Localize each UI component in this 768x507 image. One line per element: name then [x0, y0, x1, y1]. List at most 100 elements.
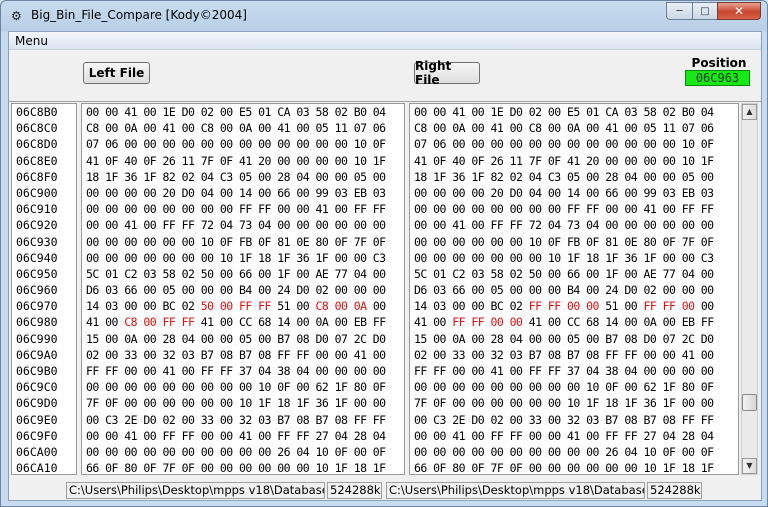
minimize-button[interactable]: ─ [666, 2, 692, 20]
hex-row[interactable]: 00 00 00 00 00 00 10 0F FB 0F 81 0E 80 0… [82, 234, 404, 250]
hex-row[interactable]: 00 00 41 00 1E D0 02 00 E5 01 CA 03 58 0… [410, 104, 738, 120]
hex-row[interactable]: 00 00 00 00 00 00 00 00 FF FF 00 00 41 0… [82, 201, 404, 217]
hex-row[interactable]: FF FF 00 00 41 00 FF FF 37 04 38 04 00 0… [410, 363, 738, 379]
hex-bytes: 00 00 00 00 20 D0 04 00 14 00 66 00 99 0… [86, 185, 386, 200]
hex-bytes: 66 0F 80 0F 7F 0F 00 00 00 00 00 00 10 1… [86, 461, 386, 475]
hex-row[interactable]: 00 C3 2E D0 02 00 33 00 32 03 B7 08 B7 0… [410, 412, 738, 428]
arrow-down-icon: ▼ [746, 461, 753, 470]
hex-row[interactable]: 00 00 00 00 00 00 00 10 1F 18 1F 36 1F 0… [82, 250, 404, 266]
maximize-icon: □ [700, 5, 710, 17]
address-row: 06C9C0 [16, 380, 58, 395]
hex-bytes: FF FF 00 00 41 00 FF FF 37 04 38 04 00 0… [414, 364, 714, 378]
hex-bytes: 00 00 00 00 00 00 10 0F FB 0F 81 0E 80 0… [414, 234, 714, 249]
hex-bytes: 14 03 00 00 BC 02 [86, 299, 201, 314]
hex-row[interactable]: 7F 0F 00 00 00 00 00 00 10 1F 18 1F 36 1… [82, 395, 404, 411]
hex-row[interactable]: 14 03 00 00 BC 02 FF FF 00 00 51 00 FF F… [410, 298, 738, 314]
hex-row[interactable]: 00 00 00 00 00 00 00 00 00 00 26 04 10 0… [82, 444, 404, 460]
hex-row[interactable]: 15 00 0A 00 28 04 00 00 05 00 B7 08 D0 0… [410, 331, 738, 347]
hex-bytes: 51 00 [598, 299, 644, 314]
hex-row[interactable]: 5C 01 C2 03 58 02 50 00 66 00 1F 00 AE 7… [82, 266, 404, 282]
hex-bytes: 00 00 00 00 00 00 00 00 FF FF 00 00 41 0… [414, 202, 714, 217]
hex-row[interactable]: 07 06 00 00 00 00 00 00 00 00 00 00 00 0… [82, 136, 404, 152]
hex-row[interactable]: FF FF 00 00 41 00 FF FF 37 04 38 04 00 0… [82, 363, 404, 379]
address-row: 06C910 [16, 202, 58, 217]
hex-row[interactable]: 02 00 33 00 32 03 B7 08 B7 08 FF FF 00 0… [410, 347, 738, 363]
hex-row[interactable]: C8 00 0A 00 41 00 C8 00 0A 00 41 00 05 1… [410, 120, 738, 136]
hex-row[interactable]: 07 06 00 00 00 00 00 00 00 00 00 00 00 0… [410, 136, 738, 152]
vertical-scrollbar[interactable]: ▲ ▼ [741, 103, 758, 475]
hex-row[interactable]: 18 1F 36 1F 82 02 04 C3 05 00 28 04 00 0… [410, 169, 738, 185]
app-icon[interactable]: ⚙ [11, 9, 27, 23]
hex-row[interactable]: C8 00 0A 00 41 00 C8 00 0A 00 41 00 05 1… [82, 120, 404, 136]
address-row: 06C990 [16, 331, 58, 346]
hex-row[interactable]: 00 00 00 00 20 D0 04 00 14 00 66 00 99 0… [82, 185, 404, 201]
address-row: 06CA00 [16, 444, 58, 459]
hex-row[interactable]: 00 00 00 00 00 00 00 10 1F 18 1F 36 1F 0… [410, 250, 738, 266]
diff-bytes: FF FF 00 [643, 299, 695, 314]
hex-row[interactable]: 02 00 33 00 32 03 B7 08 B7 08 FF FF 00 0… [82, 347, 404, 363]
hex-row[interactable]: 66 0F 80 0F 7F 0F 00 00 00 00 00 00 10 1… [82, 460, 404, 475]
hex-row[interactable]: D6 03 66 00 05 00 00 00 B4 00 24 D0 02 0… [82, 282, 404, 298]
hex-compare-area: 06C8B0 06C8C0 06C8D0 06C8E0 06C8F0 06C900 06C9… [9, 103, 761, 477]
hex-bytes: 07 06 00 00 00 00 00 00 00 00 00 00 00 0… [414, 137, 714, 152]
hex-row[interactable]: 66 0F 80 0F 7F 0F 00 00 00 00 00 00 10 1… [410, 460, 738, 475]
hex-bytes: 41 00 [86, 315, 125, 330]
scroll-up-button[interactable]: ▲ [742, 104, 757, 120]
address-row: 06C8D0 [16, 137, 58, 152]
hex-row[interactable]: D6 03 66 00 05 00 00 00 B4 00 24 D0 02 0… [410, 282, 738, 298]
hex-row[interactable]: 00 00 00 00 20 D0 04 00 14 00 66 00 99 0… [410, 185, 738, 201]
maximize-button[interactable]: □ [692, 2, 717, 20]
hex-row[interactable]: 00 00 00 00 00 00 00 00 00 00 26 04 10 0… [410, 444, 738, 460]
hex-bytes: 00 00 00 00 00 00 00 00 FF FF 00 00 41 0… [86, 202, 386, 217]
hex-bytes: 00 00 00 00 00 00 00 00 00 10 0F 00 62 1… [414, 380, 714, 395]
address-row: 06C960 [16, 283, 58, 298]
minimize-icon: ─ [676, 5, 683, 17]
hex-row[interactable]: 14 03 00 00 BC 02 50 00 FF FF 51 00 C8 0… [82, 298, 404, 314]
hex-bytes: 00 00 41 00 1E D0 02 00 E5 01 CA 03 58 0… [86, 105, 386, 119]
hex-bytes: 07 06 00 00 00 00 00 00 00 00 00 00 00 0… [86, 137, 386, 152]
title-bar[interactable]: ⚙ Big_Bin_File_Compare [Kody©2004] ─ □ ✕ [1, 1, 767, 31]
hex-row[interactable]: 00 00 41 00 FF FF 00 00 41 00 FF FF 27 0… [82, 428, 404, 444]
address-column: 06C8B0 06C8C0 06C8D0 06C8E0 06C8F0 06C900 06C9… [11, 103, 77, 475]
diff-bytes: FF FF 00 00 [452, 315, 523, 330]
hex-row[interactable]: 18 1F 36 1F 82 02 04 C3 05 00 28 04 00 0… [82, 169, 404, 185]
close-button[interactable]: ✕ [717, 2, 761, 20]
hex-row[interactable]: 00 00 00 00 00 00 00 00 00 10 0F 00 62 1… [410, 379, 738, 395]
left-file-button[interactable]: Left File [83, 62, 150, 84]
hex-row[interactable]: 41 00 C8 00 FF FF 41 00 CC 68 14 00 0A 0… [82, 314, 404, 330]
hex-row[interactable]: 00 00 41 00 FF FF 00 00 41 00 FF FF 27 0… [410, 428, 738, 444]
hex-bytes: 18 1F 36 1F 82 02 04 C3 05 00 28 04 00 0… [414, 169, 714, 184]
address-row: 06C970 [16, 299, 58, 314]
hex-row[interactable]: 00 00 00 00 00 00 00 00 FF FF 00 00 41 0… [410, 201, 738, 217]
status-bar: C:\Users\Philips\Desktop\mpps v18\Databa… [9, 480, 761, 500]
hex-bytes: 7F 0F 00 00 00 00 00 00 10 1F 18 1F 36 1… [86, 396, 386, 411]
hex-bytes: 00 00 00 00 00 00 00 10 1F 18 1F 36 1F 0… [414, 250, 714, 265]
hex-row[interactable]: 15 00 0A 00 28 04 00 00 05 00 B7 08 D0 0… [82, 331, 404, 347]
left-hex-panel[interactable]: 00 00 41 00 1E D0 02 00 E5 01 CA 03 58 0… [81, 103, 405, 475]
scroll-thumb[interactable] [742, 394, 757, 411]
hex-row[interactable]: 7F 0F 00 00 00 00 00 00 10 1F 18 1F 36 1… [410, 395, 738, 411]
hex-row[interactable]: 00 00 41 00 1E D0 02 00 E5 01 CA 03 58 0… [82, 104, 404, 120]
app-window: ⚙ Big_Bin_File_Compare [Kody©2004] ─ □ ✕… [0, 0, 768, 507]
hex-row[interactable]: 00 00 00 00 00 00 10 0F FB 0F 81 0E 80 0… [410, 234, 738, 250]
hex-row[interactable]: 00 00 41 00 FF FF 72 04 73 04 00 00 00 0… [82, 217, 404, 233]
hex-row[interactable]: 00 00 41 00 FF FF 72 04 73 04 00 00 00 0… [410, 217, 738, 233]
toolbar: Left File Right File Position 06C963 [9, 51, 761, 102]
hex-bytes: 00 C3 2E D0 02 00 33 00 32 03 B7 08 B7 0… [86, 412, 386, 427]
hex-row[interactable]: 00 00 00 00 00 00 00 00 00 10 0F 00 62 1… [82, 379, 404, 395]
hex-bytes: 00 00 41 00 FF FF 00 00 41 00 FF FF 27 0… [414, 428, 714, 443]
right-hex-panel[interactable]: 00 00 41 00 1E D0 02 00 E5 01 CA 03 58 0… [409, 103, 739, 475]
scroll-down-button[interactable]: ▼ [742, 458, 757, 474]
right-file-button[interactable]: Right File [414, 59, 480, 87]
address-row: 06C930 [16, 234, 58, 249]
hex-bytes: 66 0F 80 0F 7F 0F 00 00 00 00 00 00 10 1… [414, 461, 714, 475]
menu-item-menu[interactable]: Menu [15, 34, 48, 48]
hex-bytes: D6 03 66 00 05 00 00 00 B4 00 24 D0 02 0… [414, 283, 714, 298]
hex-row[interactable]: 41 0F 40 0F 26 11 7F 0F 41 20 00 00 00 0… [410, 153, 738, 169]
hex-bytes: 00 00 00 00 00 00 00 00 00 10 0F 00 62 1… [86, 380, 386, 395]
hex-row[interactable]: 00 C3 2E D0 02 00 33 00 32 03 B7 08 B7 0… [82, 412, 404, 428]
hex-row[interactable]: 41 0F 40 0F 26 11 7F 0F 41 20 00 00 00 0… [82, 153, 404, 169]
address-row: 06C950 [16, 266, 58, 281]
hex-row[interactable]: 5C 01 C2 03 58 02 50 00 66 00 1F 00 AE 7… [410, 266, 738, 282]
hex-row[interactable]: 41 00 FF FF 00 00 41 00 CC 68 14 00 0A 0… [410, 314, 738, 330]
